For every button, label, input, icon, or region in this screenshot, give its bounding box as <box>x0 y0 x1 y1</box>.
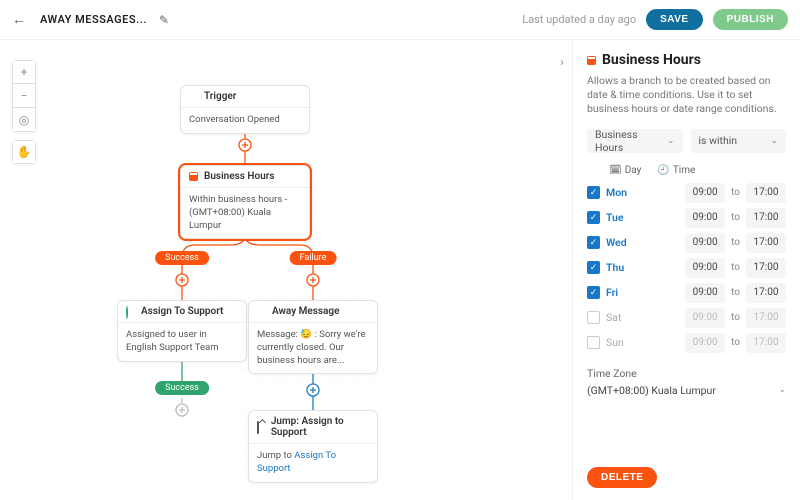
schedule-columns: 🗓Day 🕘Time <box>587 165 786 176</box>
header: ← AWAY MESSAGES... ✎ Last updated a day … <box>0 0 800 40</box>
time-from-input[interactable]: 09:00 <box>685 308 725 328</box>
node-body: Message: 😓 : Sorry we're currently close… <box>249 323 377 373</box>
day-checkbox[interactable]: ✓ <box>587 286 600 299</box>
time-from-input[interactable]: 09:00 <box>685 183 725 203</box>
time-from-input[interactable]: 09:00 <box>685 208 725 228</box>
to-label: to <box>731 287 740 298</box>
day-checkbox[interactable]: ✓ <box>587 186 600 199</box>
node-business-hours[interactable]: Business Hours Within business hours - (… <box>180 165 310 239</box>
day-name: Mon <box>606 186 634 199</box>
to-label: to <box>731 312 740 323</box>
node-title: Assign To Support <box>141 306 223 317</box>
chevron-down-icon: ⌄ <box>667 136 675 146</box>
time-to-input[interactable]: 17:00 <box>746 258 786 278</box>
node-trigger[interactable]: Trigger Conversation Opened <box>180 85 310 134</box>
condition-type-select[interactable]: Business Hours⌄ <box>587 129 683 153</box>
branch-pill-success[interactable]: Success <box>155 251 209 265</box>
to-label: to <box>731 212 740 223</box>
calendar-icon <box>587 56 596 65</box>
day-checkbox[interactable]: ✓ <box>587 261 600 274</box>
day-row-mon: ✓ Mon 09:00 to 17:00 <box>587 182 786 204</box>
day-checkbox[interactable]: ✓ <box>587 211 600 224</box>
time-from-input[interactable]: 09:00 <box>685 333 725 353</box>
to-label: to <box>731 237 740 248</box>
day-name: Tue <box>606 211 634 224</box>
fit-view-button[interactable]: ◎ <box>12 108 36 132</box>
node-body: Within business hours - (GMT+08:00) Kual… <box>181 188 309 238</box>
day-row-fri: ✓ Fri 09:00 to 17:00 <box>587 282 786 304</box>
mail-icon <box>257 307 267 317</box>
day-name: Thu <box>606 261 634 274</box>
to-label: to <box>731 262 740 273</box>
day-name: Sat <box>606 311 634 324</box>
day-name: Fri <box>606 286 634 299</box>
time-to-input[interactable]: 17:00 <box>746 308 786 328</box>
node-jump[interactable]: Jump: Assign to Support Jump to Assign T… <box>248 410 378 483</box>
day-row-sat: ✓ Sat 09:00 to 17:00 <box>587 307 786 329</box>
inspector-panel: Business Hours Allows a branch to be cre… <box>572 40 800 500</box>
day-row-thu: ✓ Thu 09:00 to 17:00 <box>587 257 786 279</box>
node-title: Away Message <box>272 306 340 317</box>
day-checkbox[interactable]: ✓ <box>587 236 600 249</box>
bolt-icon <box>189 92 199 102</box>
workflow-canvas[interactable]: + − ◎ ✋ › <box>0 40 572 500</box>
node-title: Jump: Assign to Support <box>271 416 369 438</box>
day-row-tue: ✓ Tue 09:00 to 17:00 <box>587 207 786 229</box>
time-to-input[interactable]: 17:00 <box>746 183 786 203</box>
assign-success-pill: Success <box>155 381 209 395</box>
day-name: Sun <box>606 336 634 349</box>
node-body: Conversation Opened <box>181 108 309 133</box>
time-to-input[interactable]: 17:00 <box>746 233 786 253</box>
panel-description: Allows a branch to be created based on d… <box>587 74 786 117</box>
workflow-title: AWAY MESSAGES... <box>40 13 147 26</box>
time-to-input[interactable]: 17:00 <box>746 283 786 303</box>
condition-operator-select[interactable]: is within⌄ <box>691 129 787 153</box>
zoom-in-button[interactable]: + <box>12 60 36 84</box>
pan-tool-button[interactable]: ✋ <box>12 140 36 164</box>
publish-button[interactable]: PUBLISH <box>713 9 788 30</box>
node-title: Business Hours <box>204 171 274 182</box>
users-icon <box>126 307 136 317</box>
day-name: Wed <box>606 236 634 249</box>
chevron-down-icon: ⌄ <box>778 385 786 395</box>
node-assign-support[interactable]: Assign To Support Assigned to user in En… <box>117 300 247 362</box>
branch-pill-failure[interactable]: Failure <box>290 251 337 265</box>
save-button[interactable]: SAVE <box>646 9 703 30</box>
time-from-input[interactable]: 09:00 <box>685 258 725 278</box>
node-away-message[interactable]: Away Message Message: 😓 : Sorry we're cu… <box>248 300 378 374</box>
timezone-label: Time Zone <box>587 367 786 380</box>
clock-icon: 🕘 <box>657 165 669 176</box>
day-checkbox[interactable]: ✓ <box>587 311 600 324</box>
collapse-panel-button[interactable]: › <box>552 48 572 76</box>
day-row-wed: ✓ Wed 09:00 to 17:00 <box>587 232 786 254</box>
chevron-down-icon: ⌄ <box>770 136 778 146</box>
time-to-input[interactable]: 17:00 <box>746 208 786 228</box>
schedule-rows: ✓ Mon 09:00 to 17:00 ✓ Tue 09:00 to 17:00 ✓ Wed 09:0… <box>587 182 786 357</box>
delete-button[interactable]: DELETE <box>587 467 657 488</box>
to-label: to <box>731 337 740 348</box>
zoom-out-button[interactable]: − <box>12 84 36 108</box>
time-from-input[interactable]: 09:00 <box>685 283 725 303</box>
canvas-tools: + − ◎ ✋ <box>12 60 36 172</box>
calendar-small-icon: 🗓 <box>609 165 622 176</box>
last-updated-text: Last updated a day ago <box>522 13 636 26</box>
back-arrow-icon[interactable]: ← <box>12 11 32 28</box>
to-label: to <box>731 187 740 198</box>
node-title: Trigger <box>204 91 236 102</box>
node-body: Assigned to user in English Support Team <box>118 323 246 361</box>
jump-icon <box>257 422 266 432</box>
edit-icon[interactable]: ✎ <box>159 13 169 27</box>
panel-title: Business Hours <box>587 52 786 68</box>
time-to-input[interactable]: 17:00 <box>746 333 786 353</box>
time-from-input[interactable]: 09:00 <box>685 233 725 253</box>
node-body: Jump to Assign To Support <box>249 444 377 482</box>
timezone-select[interactable]: (GMT+08:00) Kuala Lumpur⌄ <box>587 380 786 401</box>
calendar-icon <box>189 172 199 182</box>
day-checkbox[interactable]: ✓ <box>587 336 600 349</box>
day-row-sun: ✓ Sun 09:00 to 17:00 <box>587 332 786 354</box>
